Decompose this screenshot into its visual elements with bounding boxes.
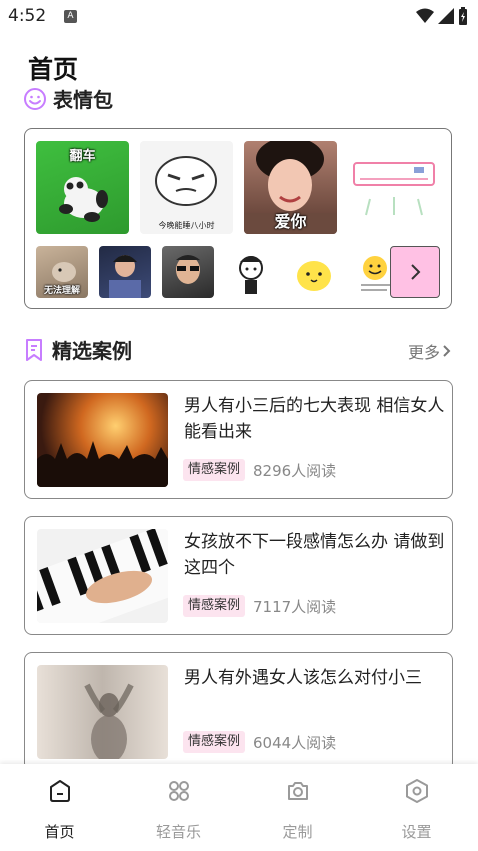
- tab-label: 首页: [44, 823, 75, 841]
- sticker-caption: 今晚能睡八小时: [158, 221, 215, 230]
- chevron-right-icon: [443, 345, 451, 357]
- case-card[interactable]: 男人有小三后的七大表现 相信女人能看出来 情感案例 8296人阅读: [24, 380, 453, 499]
- sticker-tile[interactable]: 翻车: [36, 141, 129, 234]
- case-card[interactable]: 男人有外遇女人该怎么对付小三 情感案例 6044人阅读: [24, 652, 453, 771]
- case-tag: 情感案例: [183, 595, 246, 617]
- status-icons: [416, 7, 468, 25]
- man-glasses-image: [176, 255, 200, 284]
- case-title: 男人有小三后的七大表现 相信女人能看出来: [184, 396, 445, 442]
- sticker-tile[interactable]: [348, 141, 441, 234]
- case-tag: 情感案例: [183, 731, 246, 753]
- air-conditioner-image: [353, 162, 435, 216]
- sticker-tile[interactable]: [162, 246, 214, 298]
- case-reads: 8296人阅读: [253, 462, 337, 480]
- sticker-tile[interactable]: [225, 246, 277, 298]
- chevron-right-icon: [411, 264, 421, 280]
- notification-icon: A: [64, 10, 77, 23]
- yellow-chick-image: [297, 261, 331, 291]
- silhouette-thumbnail: [37, 665, 168, 759]
- status-bar: 4:52 A: [0, 0, 478, 34]
- more-link[interactable]: 更多: [408, 339, 452, 363]
- sticker-tile[interactable]: 今晚能睡八小时: [140, 141, 233, 234]
- tab-label: 定制: [282, 823, 313, 841]
- sticker-caption: 无法理解: [43, 286, 80, 296]
- signal-icon: [438, 8, 454, 24]
- silhouette-image: [84, 683, 134, 759]
- sticker-caption: 爱你: [274, 212, 307, 231]
- more-label: 更多: [407, 343, 440, 362]
- tab-music[interactable]: 轻音乐: [119, 764, 238, 851]
- sticker-tile[interactable]: 无法理解: [36, 246, 88, 298]
- cartoon-face-image: [239, 256, 263, 294]
- case-card[interactable]: 女孩放不下一段感情怎么办 请做到这四个 情感案例 7117人阅读: [24, 516, 453, 635]
- case-title: 男人有外遇女人该怎么对付小三: [184, 668, 422, 688]
- sticker-tile[interactable]: [99, 246, 151, 298]
- tab-home[interactable]: 首页: [0, 764, 119, 851]
- tab-settings[interactable]: 设置: [357, 764, 476, 851]
- wifi-icon: [416, 8, 434, 23]
- case-reads: 7117人阅读: [253, 598, 337, 616]
- concert-thumbnail: [37, 393, 168, 487]
- sticker-next-button[interactable]: [390, 246, 440, 298]
- smiley-icon: [24, 87, 46, 110]
- sticker-panel: 翻车 今晚能睡八小时 爱你 无法理解: [24, 128, 452, 309]
- tab-custom[interactable]: 定制: [238, 764, 357, 851]
- bottom-tab-bar: 首页 轻音乐 定制 设置: [0, 764, 478, 851]
- page-title: 首页: [28, 55, 79, 84]
- tab-label: 设置: [401, 823, 432, 841]
- cases-section-title: 精选案例: [52, 339, 132, 363]
- case-title: 女孩放不下一段感情怎么办 请做到这四个: [184, 532, 445, 578]
- case-tag: 情感案例: [183, 459, 246, 481]
- home-icon: [50, 780, 70, 802]
- battery-icon: [459, 7, 467, 25]
- tab-label: 轻音乐: [155, 823, 201, 841]
- settings-hexagon-icon: [406, 779, 428, 803]
- cases-section-header: 精选案例: [24, 335, 132, 364]
- bookmark-icon: [26, 338, 42, 361]
- stickers-section-header: 表情包: [23, 84, 113, 113]
- panda-image: [59, 177, 108, 222]
- sticker-tile[interactable]: [288, 246, 340, 298]
- camera-icon: [288, 782, 308, 800]
- piano-thumbnail: [37, 529, 168, 623]
- sticker-tile[interactable]: 爱你: [244, 141, 337, 234]
- case-reads: 6044人阅读: [253, 734, 337, 752]
- person-photo-image: [109, 255, 141, 298]
- stickers-section-title: 表情包: [53, 88, 113, 112]
- crowd-image: [37, 441, 168, 487]
- status-time: 4:52: [8, 6, 47, 26]
- music-grid-icon: [169, 781, 189, 801]
- piano-image: [37, 529, 168, 623]
